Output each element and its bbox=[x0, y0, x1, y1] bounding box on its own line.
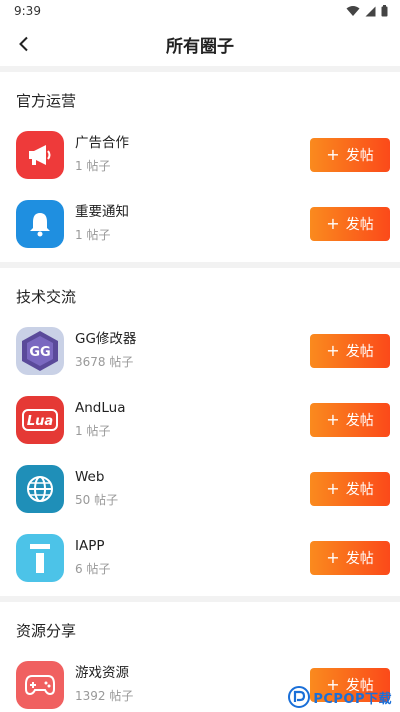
plus-icon: + bbox=[326, 213, 340, 233]
section-tech: 技术交流 GG GG修改器 3678 帖子 + 发帖 Lua AndLua 1 帖… bbox=[0, 268, 400, 596]
list-item[interactable]: 重要通知 1 帖子 + 发帖 bbox=[0, 189, 400, 258]
post-button-label: 发帖 bbox=[345, 550, 374, 567]
item-name: Web bbox=[75, 469, 105, 485]
bell-icon bbox=[16, 199, 64, 248]
svg-text:GG: GG bbox=[29, 345, 50, 360]
info-i-icon bbox=[16, 533, 64, 582]
list-item[interactable]: IAPP 6 帖子 + 发帖 bbox=[0, 523, 400, 592]
status-bar: 9:39 bbox=[0, 0, 400, 22]
item-name: 重要通知 bbox=[75, 204, 129, 220]
item-post-count: 1 帖子 bbox=[75, 424, 111, 438]
item-post-count: 6 帖子 bbox=[75, 562, 111, 576]
status-time: 9:39 bbox=[14, 4, 41, 18]
post-button[interactable]: + 发帖 bbox=[310, 137, 390, 172]
item-name: 广告合作 bbox=[75, 135, 129, 151]
signal-icon bbox=[365, 6, 376, 16]
post-button[interactable]: + 发帖 bbox=[310, 540, 390, 575]
list-item[interactable]: Lua AndLua 1 帖子 + 发帖 bbox=[0, 385, 400, 454]
page-title: 所有圈子 bbox=[166, 36, 234, 57]
gg-logo-icon: GG bbox=[16, 326, 64, 375]
plus-icon: + bbox=[326, 340, 340, 360]
post-button-label: 发帖 bbox=[345, 481, 374, 498]
section-official: 官方运营 广告合作 1 帖子 + 发帖 重要通知 1 帖子 + 发帖 bbox=[0, 72, 400, 262]
post-button[interactable]: + 发帖 bbox=[310, 206, 390, 241]
item-post-count: 3678 帖子 bbox=[75, 355, 134, 369]
item-name: AndLua bbox=[75, 400, 126, 416]
list-item[interactable]: 广告合作 1 帖子 + 发帖 bbox=[0, 120, 400, 189]
item-post-count: 1392 帖子 bbox=[75, 689, 134, 703]
item-post-count: 1 帖子 bbox=[75, 159, 111, 173]
post-button-label: 发帖 bbox=[345, 216, 374, 233]
post-button-label: 发帖 bbox=[345, 412, 374, 429]
item-post-count: 50 帖子 bbox=[75, 493, 119, 507]
post-button[interactable]: + 发帖 bbox=[310, 333, 390, 368]
item-name: 游戏资源 bbox=[75, 665, 129, 681]
plus-icon: + bbox=[326, 547, 340, 567]
lua-logo-icon: Lua bbox=[16, 395, 64, 444]
post-button-label: 发帖 bbox=[345, 343, 374, 360]
pcpop-logo-icon bbox=[288, 686, 311, 708]
section-title: 资源分享 bbox=[16, 621, 77, 640]
plus-icon: + bbox=[326, 478, 340, 498]
watermark-text: PCPOP下载 bbox=[313, 691, 392, 707]
chevron-left-icon bbox=[19, 36, 28, 52]
watermark: PCPOP下载 bbox=[288, 686, 392, 708]
list-item[interactable]: Web 50 帖子 + 发帖 bbox=[0, 454, 400, 523]
svg-text:Lua: Lua bbox=[27, 414, 53, 429]
section-title: 技术交流 bbox=[16, 287, 77, 306]
globe-icon bbox=[16, 464, 64, 513]
back-button[interactable] bbox=[8, 28, 40, 60]
item-name: GG修改器 bbox=[75, 331, 137, 347]
gamepad-icon bbox=[16, 660, 64, 709]
title-bar: 所有圈子 bbox=[0, 22, 400, 66]
status-icons bbox=[346, 5, 388, 17]
item-post-count: 1 帖子 bbox=[75, 228, 111, 242]
wifi-icon bbox=[346, 6, 360, 16]
item-name: IAPP bbox=[75, 538, 105, 554]
list-item[interactable]: GG GG修改器 3678 帖子 + 发帖 bbox=[0, 316, 400, 385]
battery-icon bbox=[381, 5, 388, 17]
plus-icon: + bbox=[326, 144, 340, 164]
plus-icon: + bbox=[326, 409, 340, 429]
post-button[interactable]: + 发帖 bbox=[310, 471, 390, 506]
post-button[interactable]: + 发帖 bbox=[310, 402, 390, 437]
megaphone-icon bbox=[16, 130, 64, 179]
section-title: 官方运营 bbox=[16, 91, 77, 110]
post-button-label: 发帖 bbox=[345, 147, 374, 164]
